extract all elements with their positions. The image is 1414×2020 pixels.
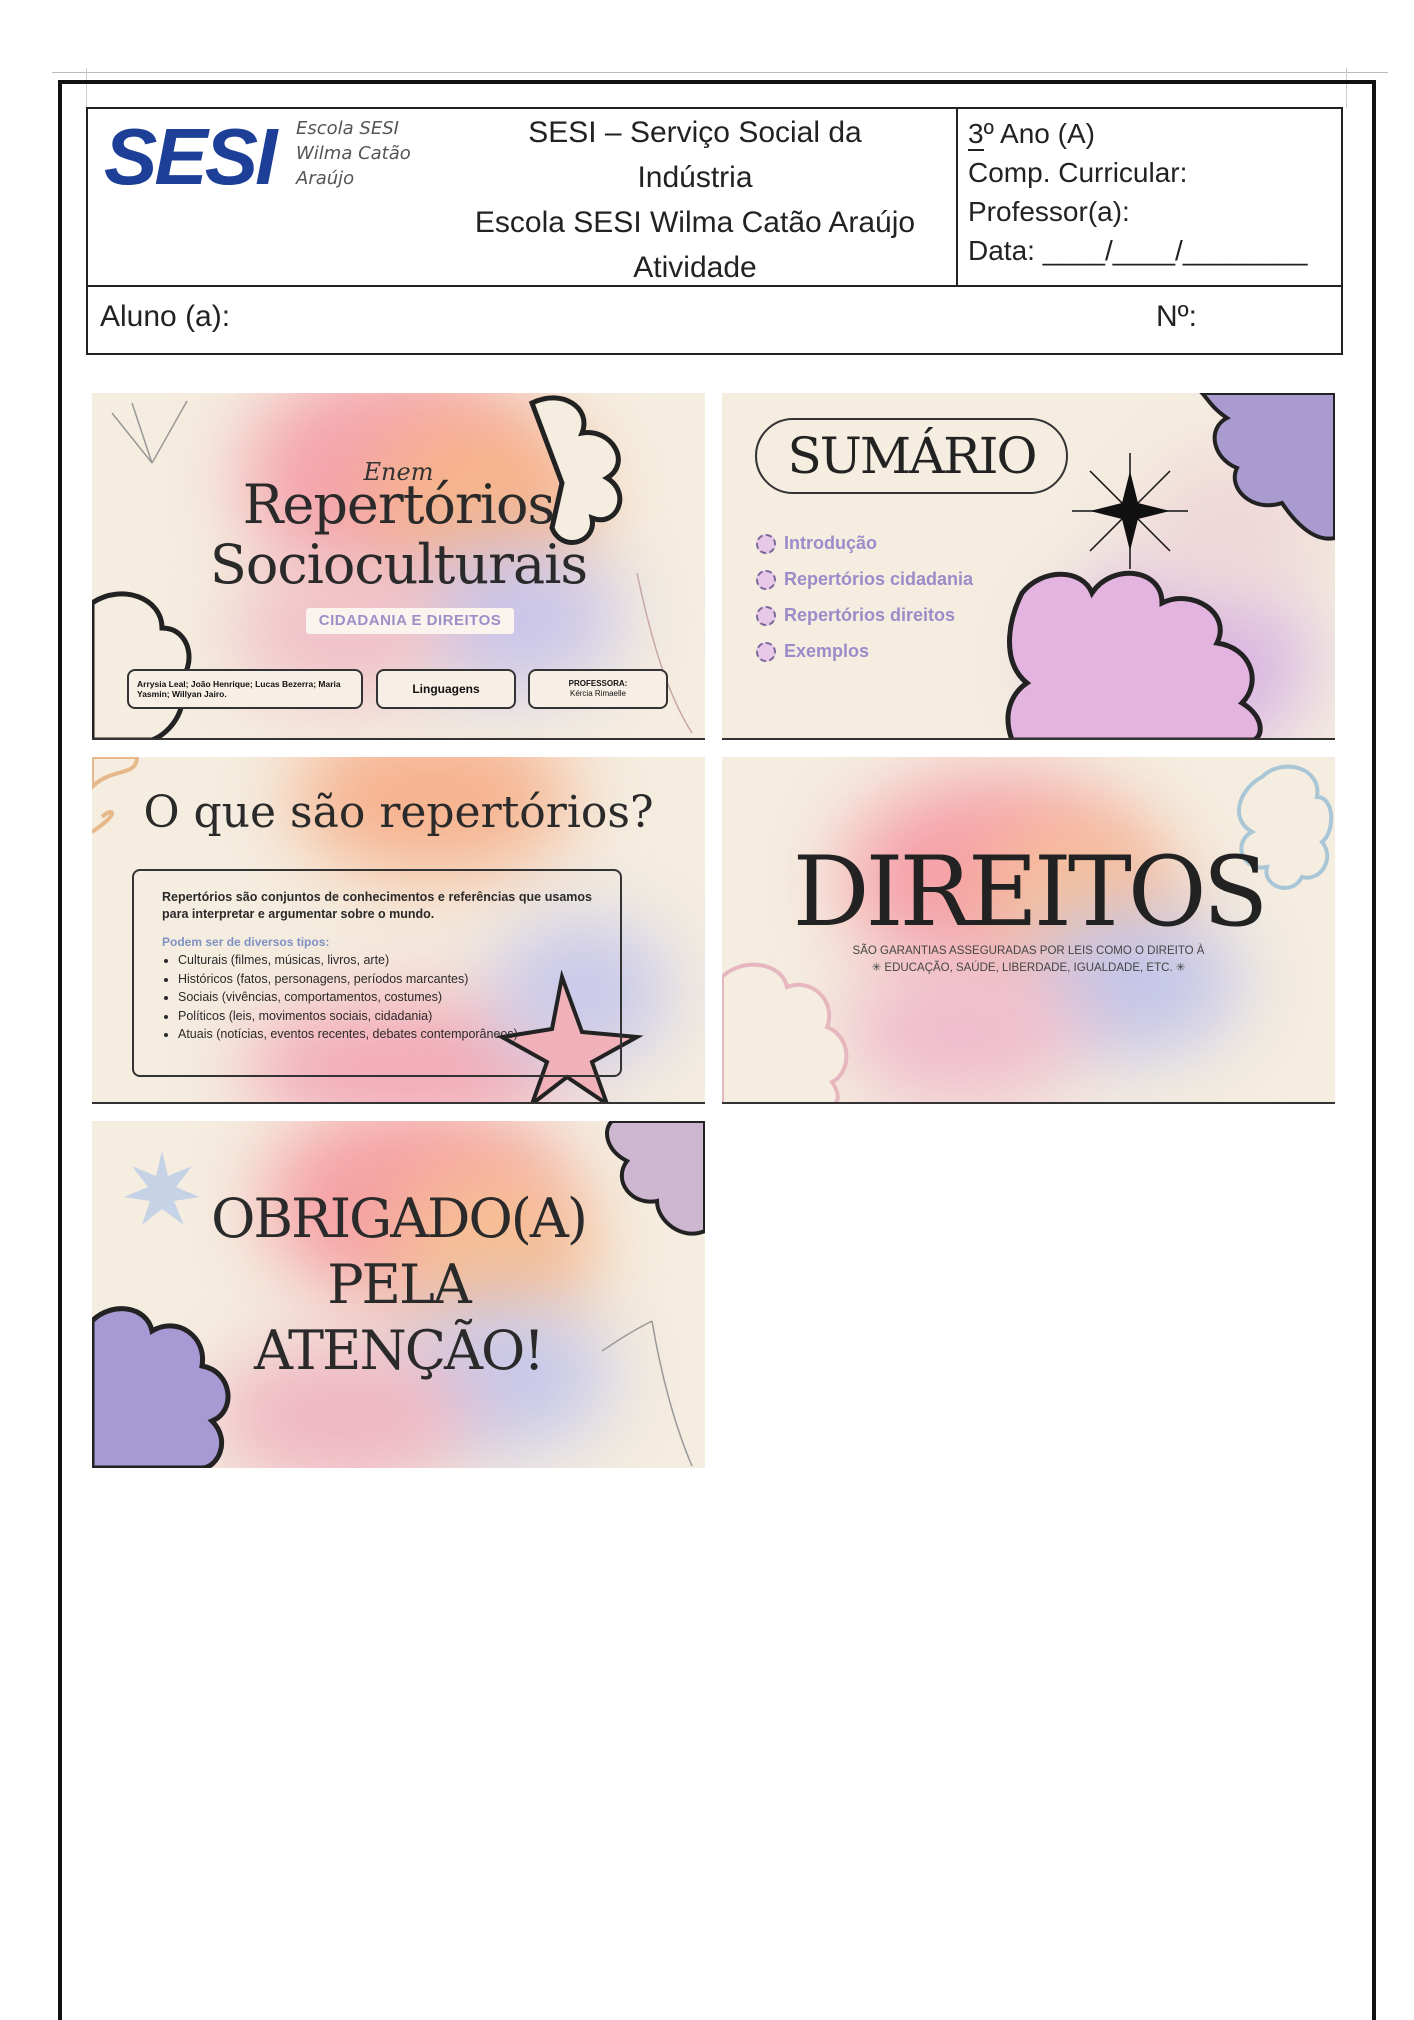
list-item: Atuais (notícias, eventos recentes, deba… (178, 1025, 592, 1044)
summary-item: Repertórios cidadania (756, 569, 973, 590)
summary-item: Exemplos (756, 641, 869, 662)
slide-title: Enem Repertórios Socioculturais CIDADANI… (92, 393, 705, 740)
flower-bullet-icon (756, 569, 776, 590)
list-item: Políticos (leis, movimentos sociais, cid… (178, 1007, 592, 1026)
professor-field[interactable]: Professor(a): (968, 192, 1338, 231)
student-name-field[interactable]: Aluno (a): (100, 300, 230, 334)
header-title: SESI – Serviço Social da Indústria Escol… (474, 116, 916, 284)
flower-bullet-icon (756, 533, 776, 554)
slide-what-are-repertoires: O que são repertórios? Repertórios são c… (92, 757, 705, 1104)
slide-question-title: O que são repertórios? (143, 787, 654, 838)
summary-title: SUMÁRIO (755, 418, 1068, 494)
flower-bullet-icon (756, 641, 776, 662)
subject-box: Linguagens (376, 669, 516, 709)
year-field: 3º Ano (A) (968, 118, 1095, 151)
scan-guide-line (52, 72, 1388, 73)
sesi-logo: SESI Escola SESI Wilma Catão Araújo (104, 112, 444, 202)
types-list: Culturais (filmes, músicas, livros, arte… (162, 951, 592, 1044)
list-item: Históricos (fatos, personagens, períodos… (178, 970, 592, 989)
summary-item: Repertórios direitos (756, 605, 955, 626)
summary-item: Introdução (756, 533, 877, 554)
list-item: Culturais (filmes, músicas, livros, arte… (178, 951, 592, 970)
definition-box: Repertórios são conjuntos de conheciment… (132, 869, 622, 1077)
slide-title-text: Repertórios Socioculturais (209, 473, 588, 596)
list-item: Sociais (vivências, comportamentos, cost… (178, 988, 592, 1007)
slide-rights: DIREITOS SÃO GARANTIAS ASSEGURADAS POR L… (722, 757, 1335, 1104)
student-row (86, 287, 1343, 355)
date-field[interactable]: Data: ____/____/________ (968, 231, 1338, 270)
types-subtitle: Podem ser de diversos tipos: (162, 935, 330, 949)
header-divider (956, 107, 958, 287)
student-number-field[interactable]: Nº: (1156, 300, 1197, 334)
flower-bullet-icon (756, 605, 776, 626)
rights-title: DIREITOS (792, 836, 1269, 948)
slide-tag: CIDADANIA E DIREITOS (306, 608, 514, 634)
definition-text: Repertórios são conjuntos de conheciment… (162, 890, 592, 921)
rights-subtitle: SÃO GARANTIAS ASSEGURADAS POR LEIS COMO … (852, 945, 1205, 974)
teacher-box: PROFESSORA: Kércia Rimaelle (528, 669, 668, 709)
slide-summary: SUMÁRIO Introdução Repertórios cidadania… (722, 393, 1335, 740)
logo-mark: SESI (104, 112, 277, 201)
thanks-text: OBRIGADO(A) PELA ATENÇÃO! (211, 1187, 588, 1382)
slide-thanks: OBRIGADO(A) PELA ATENÇÃO! (92, 1121, 705, 1468)
students-box: Arrysia Leal; João Henrique; Lucas Bezer… (127, 669, 363, 709)
comp-curricular-field[interactable]: Comp. Curricular: (968, 153, 1338, 192)
logo-school-name: Escola SESI Wilma Catão Araújo (296, 118, 411, 189)
header-info: 3º Ano (A) Comp. Curricular: Professor(a… (968, 114, 1338, 270)
